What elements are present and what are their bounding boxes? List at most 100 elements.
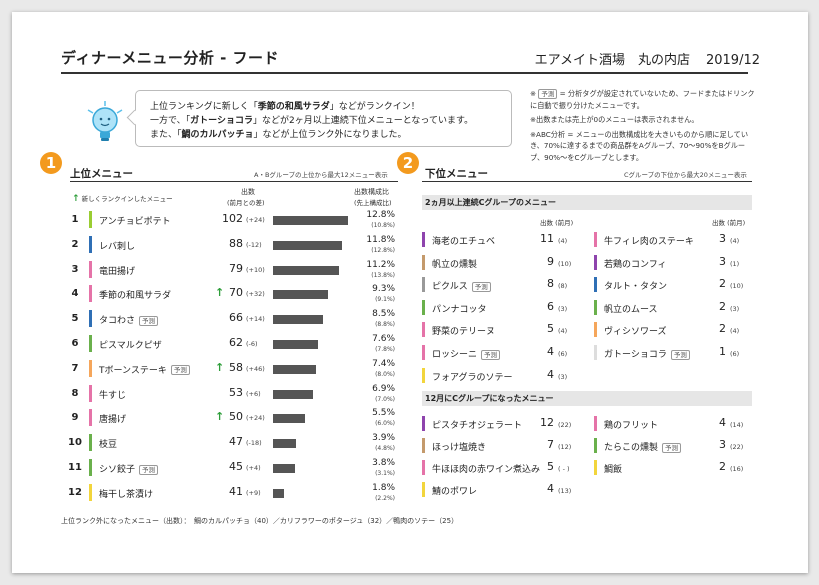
category-color-bar	[422, 345, 425, 360]
footer-out-of-rank: 上位ランク外になったメニュー（出数）： 鯛のカルパッチョ（40）／カリフラワーの…	[61, 517, 459, 525]
count-prev: (10)	[730, 282, 744, 291]
count-diff: (+14)	[246, 315, 265, 324]
category-color-bar	[89, 211, 92, 228]
count-prev: (8)	[558, 282, 568, 291]
ratio-bar	[273, 240, 343, 250]
ratio-bar	[273, 364, 317, 374]
section-badge-2: 2	[397, 152, 419, 174]
rank-number: 8	[71, 387, 79, 399]
menu-count: 2	[719, 322, 726, 336]
menu-count: 58	[229, 360, 243, 374]
list-item: ロッシーニ 予測 4 (6)	[422, 345, 582, 361]
count-diff: (-6)	[246, 340, 258, 348]
count-prev: (3)	[558, 304, 568, 313]
count-diff: (+32)	[246, 290, 265, 299]
ratio-value: 9.3%	[372, 284, 395, 295]
ratio-prev: (10.8%)	[371, 222, 395, 229]
menu-count: 5	[547, 460, 554, 473]
ratio-value: 3.9%	[372, 433, 395, 444]
insight-line-1: 上位ランキングに新しく「季節の和風サラダ」などがランクイン！	[150, 102, 420, 112]
lower-count-header-left: 出数 (前月)	[540, 219, 574, 227]
menu-count: 79	[229, 261, 243, 275]
category-color-bar	[422, 232, 425, 247]
category-color-bar	[89, 483, 92, 501]
menu-count: 4	[547, 482, 554, 495]
list-item: 鶏のフリット 4 (14)	[594, 416, 754, 432]
rank-number: 6	[71, 338, 79, 349]
count-diff: (-18)	[246, 439, 262, 448]
list-item: 牛フィレ肉のステーキ 3 (4)	[594, 232, 754, 248]
menu-name-text: パンナコッタ	[432, 304, 487, 315]
ratio-prev: (8.0%)	[375, 370, 395, 378]
ratio-value: 8.5%	[372, 309, 395, 320]
rank-number: 5	[71, 313, 79, 325]
ratio-bar	[273, 389, 314, 399]
menu-name: フォアグラのソテー	[432, 370, 513, 383]
ratio-value: 12.8%	[366, 210, 395, 220]
category-color-bar	[594, 438, 597, 453]
list-item: タルト・タタン 2 (10)	[594, 277, 754, 293]
note-2: ※出数または売上が0のメニューは表示されません。	[530, 115, 699, 124]
menu-name-text: 枝豆	[99, 440, 118, 451]
category-color-bar	[422, 416, 425, 431]
menu-name-text: ガトーショコラ	[604, 350, 667, 360]
menu-name-text: タコわさ	[99, 316, 136, 327]
list-item: 若鶏のコンフィ 3 (1)	[594, 254, 754, 271]
table-row: 7 Tボーンステーキ 予測 ↑ 58 (+46) 7.4% (8.0%)	[0, 359, 819, 382]
count-diff: (+24)	[246, 414, 265, 423]
menu-count: 88	[229, 236, 243, 250]
count-diff: (+9)	[246, 488, 261, 497]
new-rank-legend: ↑ 新しくランクインしたメニュー	[72, 194, 173, 204]
ratio-bar	[273, 414, 306, 424]
ratio-subheader: (先上構成比)	[354, 199, 392, 207]
menu-name-text: レバ刺し	[99, 241, 136, 252]
category-color-bar	[594, 460, 597, 475]
menu-name: タコわさ 予測	[99, 313, 159, 327]
ratio-bar	[273, 216, 348, 225]
menu-name-text: 鶏のフリット	[604, 421, 659, 431]
ratio-prev: (9.1%)	[375, 296, 395, 304]
count-subheader: (前月との差)	[227, 199, 265, 207]
menu-name-text: ヴィシソワーズ	[604, 327, 667, 338]
menu-name: 枝豆	[99, 437, 117, 450]
menu-name-text: 帆立のムース	[604, 304, 658, 315]
group-band-consecutive: 2ヵ月以上連続Cグループのメニュー	[422, 195, 752, 210]
menu-name-text: 野菜のテリーヌ	[432, 327, 496, 338]
arrow-up-icon: ↑	[72, 194, 80, 204]
menu-count: 4	[547, 367, 554, 381]
ratio-bar	[273, 265, 339, 275]
ratio-header: 出数構成比	[354, 188, 389, 196]
menu-name-text: フォアグラのソテー	[432, 372, 513, 383]
section-badge-1: 1	[40, 152, 62, 174]
predict-tag: 予測	[139, 464, 159, 475]
lower-section-title: 下位メニュー	[425, 168, 488, 180]
category-color-bar	[594, 277, 597, 293]
count-prev: (4)	[558, 327, 568, 336]
menu-name: 海老のエチュベ	[432, 234, 495, 247]
menu-name-text: 帆立の燻製	[432, 259, 478, 270]
menu-name-text: ほっけ塩焼き	[432, 443, 487, 453]
count-prev: (10)	[558, 259, 572, 268]
menu-name-text: 季節の和風サラダ	[99, 291, 172, 302]
rank-number: 10	[68, 437, 82, 449]
shop-name: エアメイト酒場 丸の内店	[534, 53, 690, 68]
menu-name: 鯛飯	[604, 462, 622, 475]
category-color-bar	[422, 438, 425, 453]
menu-count: 70	[229, 286, 243, 300]
insight-line-3: また、「鯛のカルパッチョ」などが上位ランク外になりました。	[150, 130, 407, 140]
menu-count: 50	[229, 410, 243, 424]
menu-count: 6	[547, 299, 554, 313]
ratio-prev: (6.0%)	[375, 420, 395, 428]
category-color-bar	[89, 335, 92, 352]
predict-tag: 予測	[170, 365, 190, 376]
ratio-bar	[273, 315, 323, 325]
menu-name: シソ餃子 予測	[99, 462, 159, 475]
count-prev: (4)	[730, 327, 740, 336]
category-color-bar	[422, 322, 425, 338]
list-item: 鯖のポワレ 4 (13)	[422, 482, 582, 498]
ratio-value: 1.8%	[372, 482, 395, 493]
rank-number: 2	[71, 238, 79, 250]
ratio-prev: (12.8%)	[371, 246, 395, 254]
predict-tag: 予測	[670, 349, 690, 360]
menu-name: ピスマルクピザ	[99, 338, 162, 351]
